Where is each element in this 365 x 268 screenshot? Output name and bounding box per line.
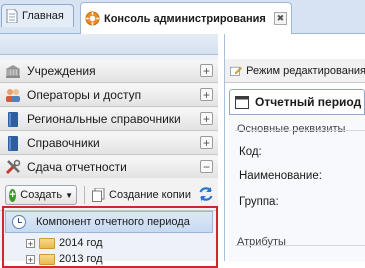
document-icon — [6, 9, 18, 23]
field-code-label: Код: — [239, 146, 262, 158]
tab-home[interactable]: Главная — [1, 4, 74, 27]
divider — [235, 130, 365, 131]
reporting-toolbar: + Создать ▼ Создание копии — [0, 178, 218, 211]
expand-icon[interactable]: + — [200, 64, 213, 77]
tree-node-label: 2014 год — [59, 237, 103, 249]
sidebar-item-institutions[interactable]: Учреждения + — [0, 60, 218, 83]
sidebar-item-directories[interactable]: Справочники + — [0, 132, 218, 155]
book-icon — [5, 135, 21, 151]
expand-icon[interactable]: + — [200, 112, 213, 125]
field-name-label: Наименование: — [239, 170, 322, 182]
users-icon — [5, 87, 21, 103]
tab-reporting-period-label: Отчетный период — [255, 95, 362, 109]
create-copy-label: Создание копии — [109, 189, 191, 201]
left-panel: Учреждения + Операторы и доступ + Регион… — [0, 34, 218, 268]
collapse-icon[interactable]: − — [200, 160, 213, 173]
tree-node-label: 2013 год — [59, 253, 103, 265]
sidebar-item-label: Справочники — [27, 136, 100, 150]
building-icon — [5, 63, 21, 79]
refresh-icon[interactable] — [198, 186, 214, 202]
tab-home-label: Главная — [22, 10, 64, 22]
sidebar-item-label: Операторы и доступ — [27, 88, 142, 102]
calendar-icon — [235, 96, 249, 109]
tab-admin-console[interactable]: Консоль администрирования ✖ — [80, 2, 292, 34]
toolbar-divider — [84, 186, 85, 204]
folder-icon — [39, 253, 55, 265]
create-copy-button[interactable]: Создание копии — [92, 185, 191, 205]
expand-icon[interactable]: + — [200, 136, 213, 149]
create-button-label: Создать — [20, 189, 63, 201]
right-panel: Режим редактирования Отчетный период Осн… — [224, 34, 365, 262]
tab-strip: Главная Консоль администрирования ✖ — [0, 0, 365, 34]
tools-icon — [5, 159, 21, 175]
clock-icon — [12, 215, 26, 229]
tree-node-2014[interactable]: + 2014 год — [26, 235, 103, 251]
left-panel-header — [0, 34, 218, 55]
menu-item-reporting-period-component[interactable]: Компонент отчетного периода — [5, 211, 213, 233]
section-main-details: Основные реквизиты — [237, 123, 346, 135]
details-form: Основные реквизиты Код: Наименование: Гр… — [229, 114, 365, 262]
tab-reporting-period[interactable]: Отчетный период — [229, 89, 365, 114]
sidebar-item-reporting[interactable]: Сдача отчетности − — [0, 156, 218, 179]
menu-item-label: Компонент отчетного периода — [36, 216, 190, 228]
add-icon: + — [9, 188, 17, 202]
edit-mode-button[interactable]: Режим редактирования — [246, 65, 365, 77]
expand-icon[interactable]: + — [26, 254, 35, 264]
sidebar-item-regional-directories[interactable]: Региональные справочники + — [0, 108, 218, 131]
edit-mode-toolbar: Режим редактирования — [225, 59, 365, 83]
sidebar-item-label: Региональные справочники — [27, 112, 181, 126]
divider — [235, 245, 365, 246]
close-icon[interactable]: ✖ — [273, 12, 287, 25]
expand-icon[interactable]: + — [26, 238, 35, 248]
dropdown-arrow-icon: ▼ — [65, 190, 73, 200]
sidebar-item-label: Учреждения — [27, 64, 96, 78]
expand-icon[interactable]: + — [200, 88, 213, 101]
field-group-label: Группа: — [239, 196, 279, 208]
book-icon — [5, 111, 21, 127]
create-button[interactable]: + Создать ▼ — [5, 185, 77, 205]
edit-mode-icon — [230, 66, 243, 76]
sidebar-item-label: Сдача отчетности — [27, 160, 127, 174]
copy-icon — [92, 188, 105, 202]
tab-admin-console-label: Консоль администрирования — [104, 12, 266, 25]
folder-icon — [39, 237, 55, 249]
sidebar-item-operators[interactable]: Операторы и доступ + — [0, 84, 218, 107]
orange-gear-icon — [85, 11, 100, 26]
tree-node-2013[interactable]: + 2013 год — [26, 251, 103, 267]
section-attributes: Атрибуты — [237, 236, 286, 248]
